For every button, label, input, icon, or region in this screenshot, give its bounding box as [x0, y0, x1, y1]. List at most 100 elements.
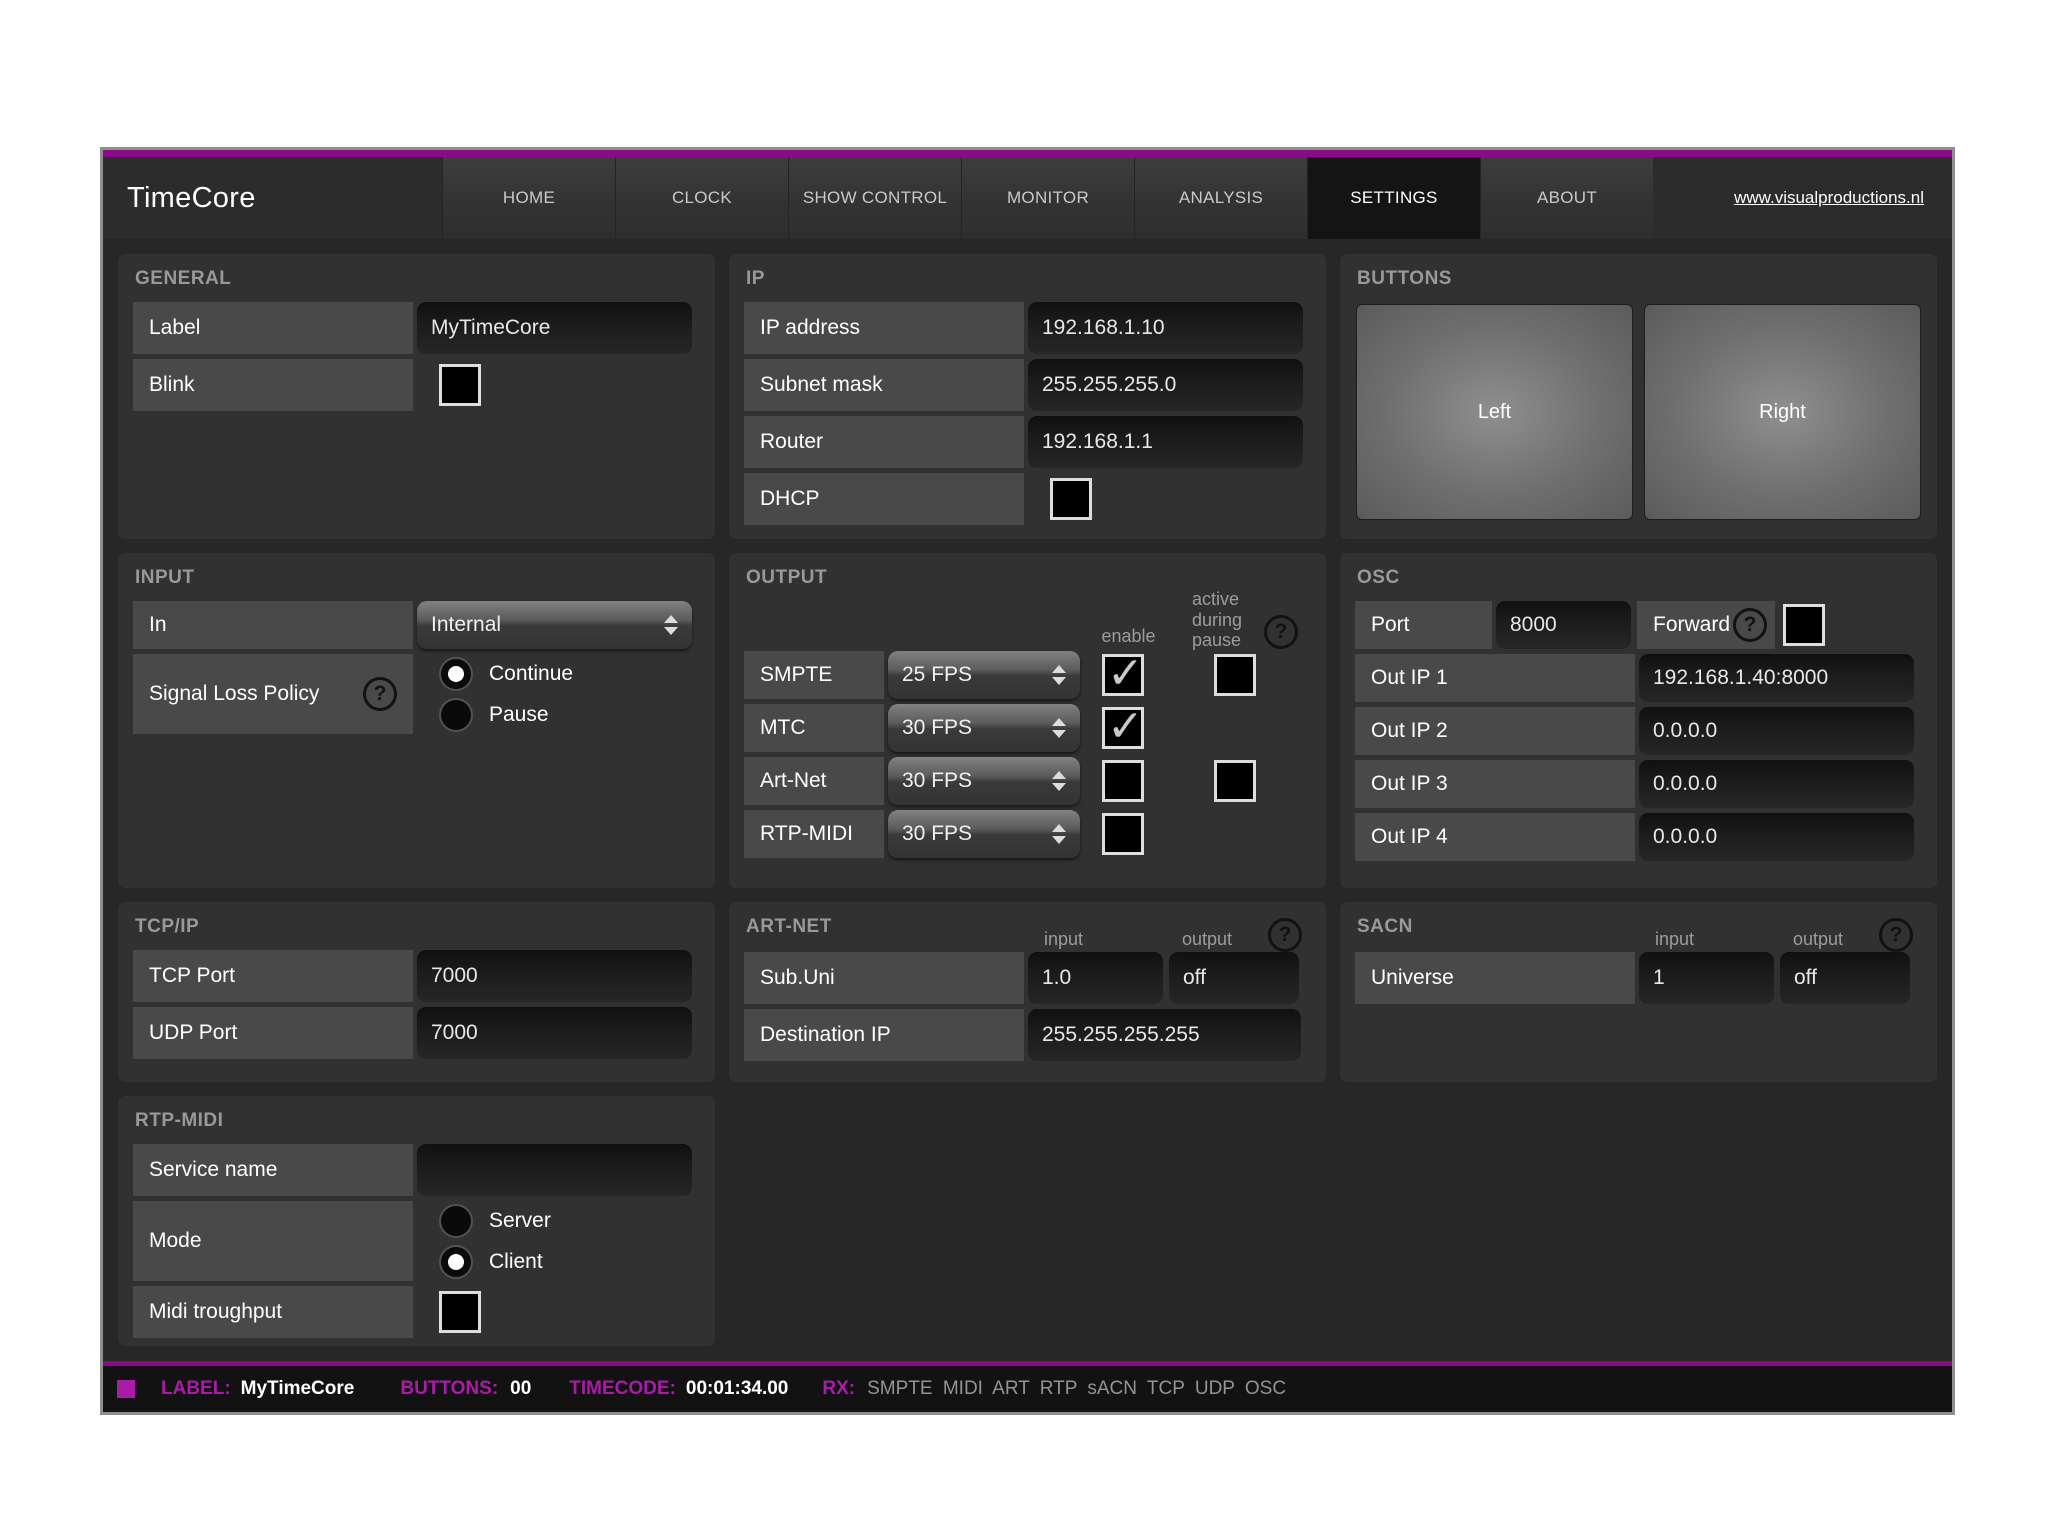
midi-troughput-checkbox[interactable] [439, 1291, 481, 1333]
help-icon[interactable] [1733, 608, 1767, 642]
in-label: In [133, 601, 413, 649]
tab-about[interactable]: ABOUT [1480, 157, 1653, 239]
output-column-header: output [1182, 929, 1232, 950]
tab-analysis[interactable]: ANALYSIS [1134, 157, 1307, 239]
in-select[interactable]: Internal [417, 601, 692, 649]
panel-title: TCP/IP [135, 916, 700, 938]
osc-out-ip3-input[interactable]: 0.0.0.0 [1639, 760, 1914, 808]
help-icon[interactable] [1879, 918, 1913, 952]
tab-monitor[interactable]: MONITOR [961, 157, 1134, 239]
pause-option[interactable]: Pause [439, 698, 573, 732]
subuni-row: Sub.Uni 1.0 off [744, 952, 1311, 1004]
osc-out-ip4-row: Out IP 4 0.0.0.0 [1355, 813, 1922, 861]
osc-out-ip2-input[interactable]: 0.0.0.0 [1639, 707, 1914, 755]
panel-output: OUTPUT enable active during pause SMPTE … [729, 553, 1326, 888]
udp-port-row: UDP Port 7000 [133, 1007, 700, 1059]
output-column-header: output [1793, 929, 1843, 950]
blink-label: Blink [133, 359, 413, 411]
router-input[interactable]: 192.168.1.1 [1028, 416, 1303, 468]
signal-loss-label-cell: Signal Loss Policy [133, 654, 413, 734]
osc-out-ip3-row: Out IP 3 0.0.0.0 [1355, 760, 1922, 808]
universe-input[interactable]: 1 [1639, 952, 1774, 1004]
subuni-output[interactable]: off [1169, 952, 1299, 1004]
help-icon[interactable] [363, 677, 397, 711]
server-option[interactable]: Server [439, 1204, 551, 1238]
client-radio[interactable] [439, 1245, 473, 1279]
status-buttons-key: BUTTONS: [400, 1378, 498, 1400]
panel-title: GENERAL [135, 268, 700, 290]
artnet-enable-checkbox[interactable] [1102, 760, 1144, 802]
osc-out-ip1-input[interactable]: 192.168.1.40:8000 [1639, 654, 1914, 702]
output-column-headers: enable active during pause [744, 595, 1311, 651]
artnet-active-pause-checkbox[interactable] [1214, 760, 1256, 802]
dropdown-arrows-icon [664, 615, 678, 635]
panel-title: BUTTONS [1357, 268, 1922, 290]
rtpmidi-out-label: RTP-MIDI [744, 810, 884, 858]
panel-general: GENERAL Label MyTimeCore Blink [118, 254, 715, 539]
continue-radio[interactable] [439, 657, 473, 691]
subuni-input[interactable]: 1.0 [1028, 952, 1163, 1004]
smpte-fps-select[interactable]: 25 FPS [888, 651, 1080, 699]
client-option[interactable]: Client [439, 1245, 551, 1279]
mtc-enable-checkbox[interactable] [1102, 707, 1144, 749]
status-bar: LABEL: MyTimeCore BUTTONS: 00 TIMECODE: … [103, 1366, 1952, 1412]
continue-option[interactable]: Continue [439, 657, 573, 691]
subnet-input[interactable]: 255.255.255.0 [1028, 359, 1303, 411]
osc-out-ip2-label: Out IP 2 [1355, 707, 1635, 755]
panel-osc: OSC Port 8000 Forward Out IP 1 192.168.1… [1340, 553, 1937, 888]
ip-address-row: IP address 192.168.1.10 [744, 302, 1311, 354]
pause-radio[interactable] [439, 698, 473, 732]
tab-clock[interactable]: CLOCK [615, 157, 788, 239]
device-label-input[interactable]: MyTimeCore [417, 302, 692, 354]
osc-out-ip4-input[interactable]: 0.0.0.0 [1639, 813, 1914, 861]
tab-settings[interactable]: SETTINGS [1307, 157, 1480, 239]
tab-home[interactable]: HOME [442, 157, 615, 239]
label-field-label: Label [133, 302, 413, 354]
server-radio[interactable] [439, 1204, 473, 1238]
right-button[interactable]: Right [1644, 304, 1921, 520]
in-select-value: Internal [431, 613, 501, 637]
osc-port-input[interactable]: 8000 [1496, 601, 1631, 649]
tab-show-control[interactable]: SHOW CONTROL [788, 157, 961, 239]
website-link[interactable]: www.visualproductions.nl [1734, 188, 1924, 208]
smpte-row: SMPTE 25 FPS [744, 651, 1311, 699]
smpte-active-pause-checkbox[interactable] [1214, 654, 1256, 696]
client-label: Client [489, 1250, 543, 1274]
signal-loss-radios: Continue Pause [439, 654, 573, 734]
rtpmidi-enable-checkbox[interactable] [1102, 813, 1144, 855]
ip-address-label: IP address [744, 302, 1024, 354]
osc-out-ip2-row: Out IP 2 0.0.0.0 [1355, 707, 1922, 755]
midi-troughput-row: Midi troughput [133, 1286, 700, 1338]
udp-port-input[interactable]: 7000 [417, 1007, 692, 1059]
panel-title: OSC [1357, 567, 1922, 589]
help-icon[interactable] [1268, 918, 1302, 952]
left-button[interactable]: Left [1356, 304, 1633, 520]
service-name-input[interactable] [417, 1144, 692, 1196]
panel-input: INPUT In Internal Signal Loss Policy Con… [118, 553, 715, 888]
blink-checkbox[interactable] [439, 364, 481, 406]
dhcp-checkbox[interactable] [1050, 478, 1092, 520]
osc-forward-checkbox[interactable] [1783, 604, 1825, 646]
input-column-header: input [1655, 929, 1694, 950]
mtc-fps-select[interactable]: 30 FPS [888, 704, 1080, 752]
ip-address-input[interactable]: 192.168.1.10 [1028, 302, 1303, 354]
dropdown-arrows-icon [1052, 665, 1066, 685]
tcp-port-input[interactable]: 7000 [417, 950, 692, 1002]
osc-out-ip4-label: Out IP 4 [1355, 813, 1635, 861]
midi-troughput-label: Midi troughput [133, 1286, 413, 1338]
signal-loss-label: Signal Loss Policy [149, 682, 319, 706]
sacn-column-headers: input output [1355, 926, 1922, 952]
smpte-enable-checkbox[interactable] [1102, 654, 1144, 696]
universe-output[interactable]: off [1780, 952, 1910, 1004]
panel-rtpmidi: RTP-MIDI Service name Mode Server Client [118, 1096, 715, 1346]
tcp-port-row: TCP Port 7000 [133, 950, 700, 1002]
service-name-label: Service name [133, 1144, 413, 1196]
rtpmidi-fps-select[interactable]: 30 FPS [888, 810, 1080, 858]
artnet-fps-select[interactable]: 30 FPS [888, 757, 1080, 805]
destination-ip-input[interactable]: 255.255.255.255 [1028, 1009, 1301, 1061]
artnet-column-headers: input output [744, 926, 1311, 952]
udp-port-label: UDP Port [133, 1007, 413, 1059]
help-icon[interactable] [1264, 615, 1298, 649]
rtpmidi-out-row: RTP-MIDI 30 FPS [744, 810, 1311, 858]
blink-row: Blink [133, 359, 700, 411]
